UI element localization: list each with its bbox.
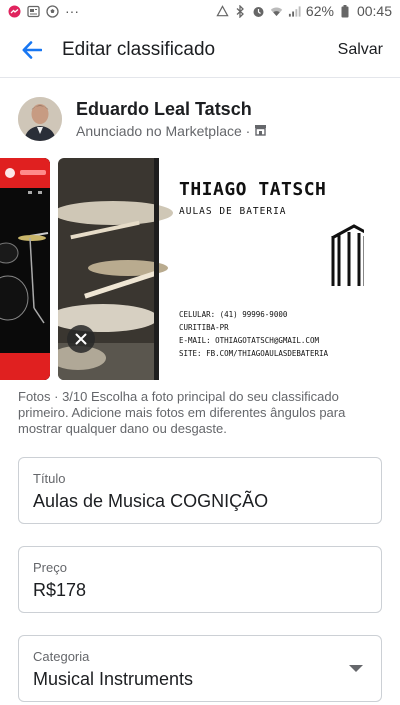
- photo-count: Fotos · 3/10: [18, 389, 88, 404]
- alarm-icon: [252, 5, 265, 18]
- price-field[interactable]: Preço R$178: [18, 546, 382, 613]
- price-field-label: Preço: [33, 560, 67, 575]
- marketplace-shop-icon: [254, 123, 267, 139]
- category-field[interactable]: Categoria Musical Instruments: [18, 635, 382, 702]
- page-title: Editar classificado: [62, 38, 216, 60]
- ad-phone: CELULAR: (41) 99996-9000: [179, 310, 288, 319]
- ad-subtitle: AULAS DE BATERIA: [179, 206, 287, 217]
- dropdown-arrow-icon: [349, 665, 363, 672]
- signal-icon: [288, 5, 301, 18]
- news-icon: [27, 5, 40, 18]
- title-input[interactable]: Aulas de Musica COGNIÇÃO: [33, 491, 367, 512]
- ad-email: E-MAIL: OTHIAGOTATSCH@GMAIL.COM: [179, 336, 319, 345]
- ad-site: SITE: FB.COM/THIAGOAULASDEBATERIA: [179, 349, 329, 358]
- close-icon: [75, 333, 87, 345]
- back-button[interactable]: [19, 37, 45, 63]
- more-notifications: ···: [65, 3, 79, 19]
- listing-photo[interactable]: [0, 158, 50, 380]
- battery-percent: 62%: [305, 3, 334, 19]
- messenger-icon: [8, 5, 21, 18]
- avatar[interactable]: [18, 97, 62, 141]
- photos-hint: Fotos · 3/10 Escolha a foto principal do…: [18, 389, 384, 437]
- listing-location: Anunciado no Marketplace ·: [76, 123, 251, 139]
- title-field-label: Título: [33, 471, 66, 486]
- category-field-label: Categoria: [33, 649, 90, 664]
- ad-title: THIAGO TATSCH: [179, 179, 327, 200]
- seller-name: Eduardo Leal Tatsch: [76, 99, 252, 119]
- seller-profile: Eduardo Leal Tatsch Anunciado no Marketp…: [0, 94, 400, 144]
- battery-icon: [339, 4, 352, 18]
- back-arrow-icon: [22, 40, 42, 59]
- status-bar: ··· 62% 00:45: [0, 0, 400, 22]
- remove-photo-button[interactable]: [67, 325, 95, 353]
- recycle-icon: [216, 4, 229, 18]
- ad-city: CURITIBA-PR: [179, 323, 229, 332]
- price-input[interactable]: R$178: [33, 580, 367, 601]
- clock: 00:45: [356, 3, 392, 19]
- title-field[interactable]: Título Aulas de Musica COGNIÇÃO: [18, 457, 382, 524]
- category-select[interactable]: Musical Instruments: [33, 669, 367, 690]
- top-app-bar: Editar classificado Salvar: [0, 22, 400, 78]
- save-button[interactable]: Salvar: [338, 41, 383, 59]
- soccer-ball-icon: [46, 4, 59, 18]
- bluetooth-icon: [234, 4, 247, 18]
- wifi-icon: [270, 5, 283, 18]
